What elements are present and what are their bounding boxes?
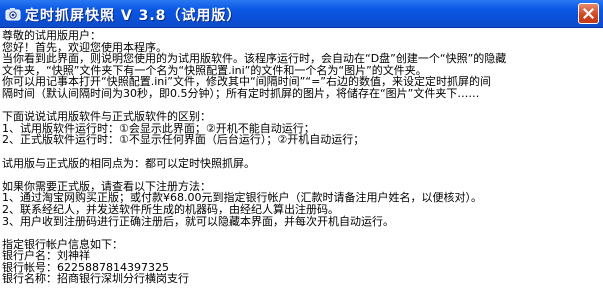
close-icon bbox=[583, 8, 594, 19]
greeting-line: 尊敬的试用版用户： bbox=[2, 29, 101, 42]
registration-step: 2、联系经纪人，并发送软件所生成的机器码，由经纪人算出注册码。 bbox=[2, 202, 339, 216]
notice-text-area: 尊敬的试用版用户： 您好！首先，欢迎您使用本程序。 当你看到此界面，则说明您使用… bbox=[0, 28, 603, 295]
window-title: 定时抓屏快照 V 3.8（试用版） bbox=[25, 8, 242, 24]
similarity-line: 试用版与正式版的相同点为：都可以定时快照抓屏。 bbox=[2, 156, 255, 170]
difference-item: 2、正式版软件运行时：①不显示任何界面（后台运行）；②开机自动运行； bbox=[2, 133, 365, 147]
registration-step: 3、用户收到注册码进行正确注册后，就可以隐藏本界面，并每次开机自动运行。 bbox=[2, 214, 394, 228]
bank-info-heading: 指定银行帐户信息如下： bbox=[2, 237, 123, 251]
close-button[interactable] bbox=[578, 3, 599, 24]
app-window: 定时抓屏快照 V 3.8（试用版） 尊敬的试用版用户： 您好！首先，欢迎您使用本… bbox=[0, 0, 603, 295]
config-description-line: 隔时间（默认间隔时间为30秒，即0.5分钟）；所有定时抓屏的图片，将储存在“图片… bbox=[2, 86, 480, 100]
differences-heading: 下面说说试用版软件与正式版软件的区别： bbox=[2, 110, 211, 124]
title-bar[interactable]: 定时抓屏快照 V 3.8（试用版） bbox=[0, 0, 603, 28]
bank-name: 银行名称：招商银行深圳分行横岗支行 bbox=[2, 272, 189, 286]
camera-icon bbox=[5, 6, 21, 22]
